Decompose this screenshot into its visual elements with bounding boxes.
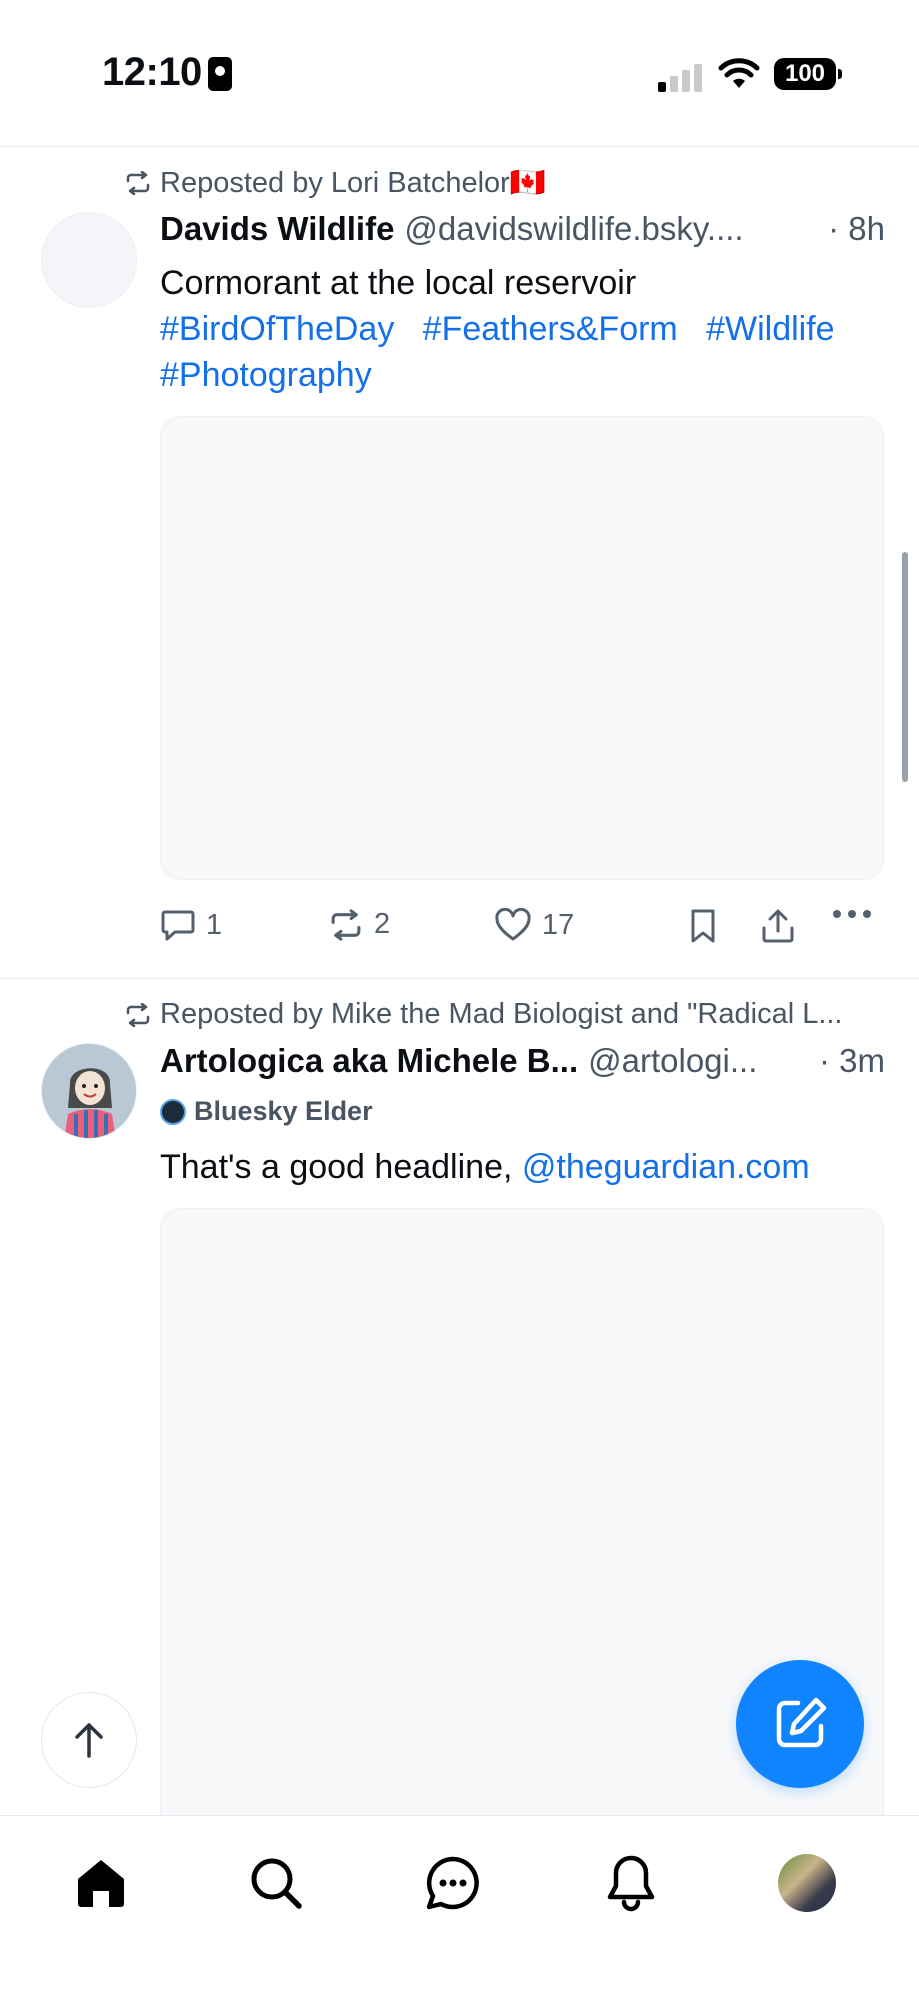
feed-post[interactable]: Reposted by Lori Batchelor🇨🇦 Davids Wild… (0, 146, 919, 978)
post-time[interactable]: · 3m (819, 1042, 885, 1080)
avatar-illustration (42, 1044, 136, 1138)
search-icon (251, 1858, 302, 1909)
bookmark-icon (691, 909, 715, 943)
repost-icon (126, 171, 150, 195)
more-options-button[interactable] (832, 908, 872, 920)
arrow-up-icon (75, 1723, 103, 1758)
post-text: That's a good headline, @theguardian.com (160, 1144, 880, 1190)
tab-notifications[interactable] (596, 1848, 666, 1918)
signal-icon (658, 62, 704, 92)
repost-line[interactable]: Reposted by Mike the Mad Biologist and "… (124, 998, 914, 1031)
avatar[interactable] (41, 212, 137, 308)
repost-count: 2 (374, 908, 391, 940)
scroll-to-top-button[interactable] (41, 1692, 137, 1788)
post-header: Davids Wildlife @davidswildlife.bsky....… (160, 210, 885, 248)
mention-link[interactable]: @theguardian.com (522, 1148, 810, 1186)
display-name[interactable]: Artologica aka Michele B... (160, 1042, 578, 1080)
more-icon (833, 910, 871, 918)
post-image[interactable] (160, 416, 884, 880)
chat-icon (426, 1856, 479, 1910)
repost-label: Reposted by Mike the Mad Biologist and "… (160, 998, 843, 1030)
avatar[interactable] (41, 1043, 137, 1139)
tab-chat[interactable] (418, 1848, 488, 1918)
repost-line[interactable]: Reposted by Lori Batchelor🇨🇦 (124, 166, 914, 200)
share-icon (762, 909, 794, 943)
post-body: That's a good headline, (160, 1148, 522, 1186)
repost-icon (126, 1002, 150, 1027)
like-button[interactable]: 17 (494, 908, 574, 942)
badge-icon (160, 1098, 186, 1125)
status-bar: 12:10 100 (0, 0, 919, 146)
like-count: 17 (542, 908, 575, 941)
repost-label: Reposted by Lori Batchelor🇨🇦 (160, 167, 546, 199)
id-card-icon (208, 57, 232, 91)
post-time[interactable]: · 8h (828, 210, 885, 248)
status-time: 12:10 (102, 50, 202, 94)
post-actions: 1 2 17 (160, 908, 880, 958)
tab-home[interactable] (66, 1848, 136, 1918)
post-header: Artologica aka Michele B... @artologi...… (160, 1042, 885, 1080)
tab-profile[interactable] (772, 1848, 842, 1918)
bookmark-button[interactable] (688, 908, 718, 944)
hashtag-link[interactable]: #Photography (160, 356, 372, 394)
repost-icon (331, 908, 361, 941)
hashtag-link[interactable]: #Feathers&Form (423, 310, 678, 348)
wifi-icon (718, 58, 760, 88)
post-body: Cormorant at the local reservoir (160, 264, 637, 302)
heart-icon (495, 908, 531, 941)
reply-icon (161, 910, 195, 941)
handle[interactable]: @artologi... (588, 1042, 809, 1080)
bell-icon (607, 1855, 655, 1912)
compose-icon (776, 1697, 827, 1748)
tab-search[interactable] (241, 1848, 311, 1918)
profile-badge[interactable]: Bluesky Elder (160, 1096, 373, 1127)
battery-indicator: 100 (774, 58, 842, 90)
post-text: Cormorant at the local reservoir #BirdOf… (160, 260, 880, 398)
hashtag-link[interactable]: #BirdOfTheDay (160, 310, 394, 348)
reply-count: 1 (206, 908, 223, 941)
scrollbar[interactable] (902, 552, 908, 782)
badge-label: Bluesky Elder (194, 1096, 373, 1126)
repost-button[interactable]: 2 (328, 908, 390, 941)
hashtag-link[interactable]: #Wildlife (706, 310, 834, 348)
profile-avatar (778, 1854, 836, 1912)
handle[interactable]: @davidswildlife.bsky.... (404, 210, 818, 248)
home-icon (78, 1860, 124, 1907)
share-button[interactable] (760, 908, 796, 944)
bottom-tab-bar (0, 1815, 919, 2000)
compose-button[interactable] (736, 1660, 864, 1788)
reply-button[interactable]: 1 (160, 908, 222, 942)
display-name[interactable]: Davids Wildlife (160, 210, 394, 248)
